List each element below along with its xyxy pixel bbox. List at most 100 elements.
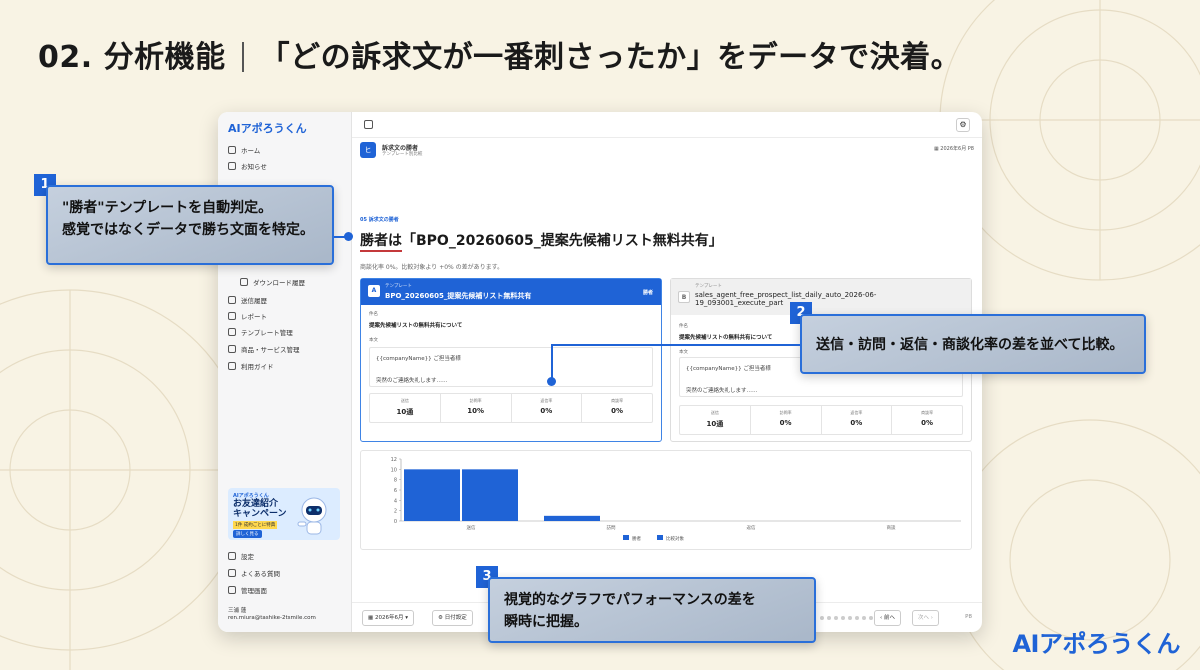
page-dot[interactable] [869,616,873,620]
sidebar-item-templates[interactable]: テンプレート管理 [228,326,293,338]
x-tick-label: 訪問 [607,524,616,531]
download-icon [240,278,248,286]
stat-deal: 商談率 0% [892,406,962,434]
slide-title-left: 02. 分析機能 [38,40,226,75]
callout-3: 視覚的なグラフでパフォーマンスの差を 瞬時に把握。 [488,577,816,643]
y-tick-label: 10 [391,467,397,473]
body-line: {{companyName}} ご担当者様 [376,356,461,362]
user-account[interactable]: 三浦 蓮 ren.miura@tashike-2tsmile.com [228,608,316,622]
sidebar-item-send-history[interactable]: 送信履歴 [228,294,267,306]
user-name: 三浦 蓮 [228,608,247,614]
page-dot[interactable] [820,616,824,620]
legend-swatch [657,535,663,540]
history-icon [228,296,236,304]
page-dot[interactable] [862,616,866,620]
x-tick-label: 商談 [887,524,896,531]
prev-label: 前へ [883,615,895,621]
settings-icon[interactable]: ⚙ [956,118,970,132]
body-line: {{companyName}} ご担当者様 [686,366,771,372]
sidebar-item-home[interactable]: ホーム [228,144,260,156]
topbar: ⚙ [352,112,982,138]
stat-label: 送信 [400,398,409,403]
chevron-right-icon: › [929,615,933,621]
sidebar-item-label: ダウンロード履歴 [253,279,305,287]
template-card-winner[interactable]: A テンプレート BPO_20260605_提案先候補リスト無料共有 勝者 件名… [360,278,662,442]
page-dots [820,616,880,620]
callout-2: 送信・訪問・返信・商談化率の差を並べて比較。 [800,314,1146,374]
callout-2-pin [547,377,556,386]
banner-sub: 1件 成約ごとに特典 [233,521,278,529]
period-button[interactable]: ⚙ 日付設定 [432,610,473,626]
sidebar-item-news[interactable]: お知らせ [228,160,267,172]
settings-small-icon: ⚙ [438,615,445,621]
referral-banner[interactable]: AIアポろうくん お友達紹介 キャンペーン 1件 成約ごとに特典 詳しく見る [228,488,340,540]
stat-reply: 返信率 0% [512,394,583,422]
callout-1-pin [344,232,353,241]
page-dot[interactable] [827,616,831,620]
card-header: A テンプレート BPO_20260605_提案先候補リスト無料共有 勝者 [361,279,661,305]
bar-chart: 0 2 4 6 8 10 12 送信 訪問 返信 商談勝者 比較対象 [391,457,961,542]
sidebar-toggle-icon[interactable] [364,120,373,129]
stat-value: 0% [779,419,792,427]
sidebar-item-label: 設定 [241,553,254,561]
y-tick-label: 2 [394,509,397,515]
callout-2-connector-v [551,344,553,380]
sidebar-item-label: 管理画面 [241,587,267,595]
card-tag: テンプレート [385,284,412,289]
body-line: 突然のご連絡失礼します…… [376,378,448,384]
subject-label: 件名 [369,312,378,317]
body-line: 突然のご連絡失礼します…… [686,388,758,394]
sidebar-item-faq[interactable]: よくある質問 [228,567,280,579]
banner-title: お友達紹介 キャンペーン [233,499,287,519]
month-select[interactable]: ▦ 2026年6月 ▾ [362,610,414,626]
sidebar-item-guide[interactable]: 利用ガイド [228,360,274,372]
stat-value: 0% [850,419,863,427]
brand-logo: AIアポろうくん [1012,630,1180,658]
sidebar-item-admin[interactable]: 管理画面 [228,584,267,596]
card-header: B テンプレート sales_agent_free_prospect_list_… [671,279,971,315]
page-dot[interactable] [855,616,859,620]
subject-label: 件名 [679,324,688,329]
sidebar-item-label: ホーム [241,147,261,155]
page-dot[interactable] [834,616,838,620]
page-dot[interactable] [848,616,852,620]
y-tick-label: 4 [394,498,397,504]
help-icon [228,569,236,577]
winner-heading: 勝者は「BPO_20260605_提案先候補リスト無料共有」 [360,233,723,249]
report-icon: ヒ [360,142,376,158]
body-label: 本文 [369,338,378,343]
x-tick-label: 送信 [467,524,476,531]
result-summary: 商談化率 0%。比較対象より +0% の差があります。 [360,264,504,271]
card-tag: テンプレート [695,284,722,289]
sidebar-logo[interactable]: AIアポろうくん [228,120,307,136]
template-avatar: A [368,285,380,297]
winner-badge: 勝者 [642,290,653,296]
legend-swatch [623,535,629,540]
robot-mascot-icon [297,497,327,535]
body-label: 本文 [679,350,688,355]
banner-cta-button[interactable]: 詳しく見る [233,530,262,538]
stat-sent: 送信 10通 [370,394,441,422]
sidebar-item-label: テンプレート管理 [241,329,293,337]
prev-button[interactable]: ‹ 前へ [874,610,901,626]
sidebar-item-report[interactable]: レポート [228,310,267,322]
sidebar-item-products[interactable]: 商品・サービス管理 [228,343,300,355]
template-avatar: B [678,291,690,303]
next-button[interactable]: 次へ › [912,610,939,626]
stat-value: 10通 [706,420,724,428]
template-name: BPO_20260605_提案先候補リスト無料共有 [385,292,532,300]
book-icon [228,362,236,370]
section-label: 05 訴求文の勝者 [360,217,399,223]
comparison-chart: 0 2 4 6 8 10 12 送信 訪問 返信 商談 勝者 比較対象 [360,450,972,550]
stat-label: 送信 [710,410,719,415]
subject-value: 提案先候補リストの無料共有について [369,323,463,329]
sidebar-item-download-history[interactable]: ダウンロード履歴 [240,276,305,288]
page-header: ヒ 訴求文の勝者 テンプレート別比較 ▦ 2026年6月 P8 [360,142,974,162]
sidebar-item-settings[interactable]: 設定 [228,550,254,562]
stat-label: 訪問率 [779,410,792,415]
calendar-icon: ▦ [368,615,375,621]
home-icon [228,146,236,154]
heading-underline [360,250,402,252]
page-dot[interactable] [841,616,845,620]
sidebar-item-label: 商品・サービス管理 [241,346,300,354]
